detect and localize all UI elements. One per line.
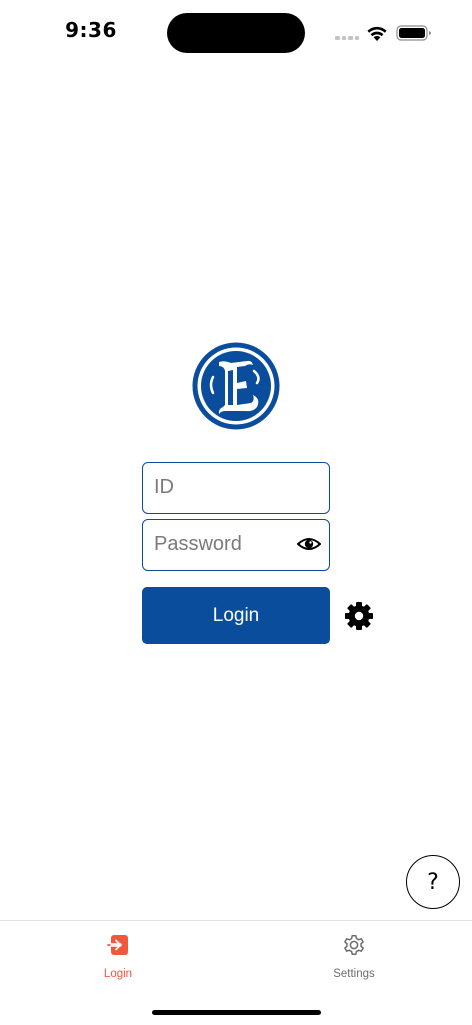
company-logo xyxy=(192,342,280,430)
gear-icon xyxy=(344,935,364,955)
help-button[interactable]: ? xyxy=(406,855,460,909)
login-button[interactable]: Login xyxy=(142,587,330,644)
id-field-container xyxy=(142,462,330,514)
status-time: 9:36 xyxy=(65,18,117,42)
battery-icon xyxy=(396,25,431,41)
home-indicator xyxy=(152,1010,321,1015)
dynamic-island xyxy=(167,13,305,53)
tab-login-label: Login xyxy=(103,968,133,980)
wifi-icon xyxy=(367,26,387,41)
login-arrow-icon xyxy=(106,935,128,955)
tab-login[interactable]: Login xyxy=(58,921,178,991)
status-bar: 9:36 xyxy=(0,0,472,64)
password-input[interactable] xyxy=(154,520,294,569)
tab-settings[interactable]: Settings xyxy=(294,921,414,991)
eye-icon[interactable] xyxy=(297,535,321,553)
tab-settings-label: Settings xyxy=(333,968,375,980)
gear-icon[interactable] xyxy=(344,601,374,631)
cellular-signal-icon xyxy=(335,36,359,40)
id-input[interactable] xyxy=(154,463,294,512)
password-field-container xyxy=(142,519,330,571)
